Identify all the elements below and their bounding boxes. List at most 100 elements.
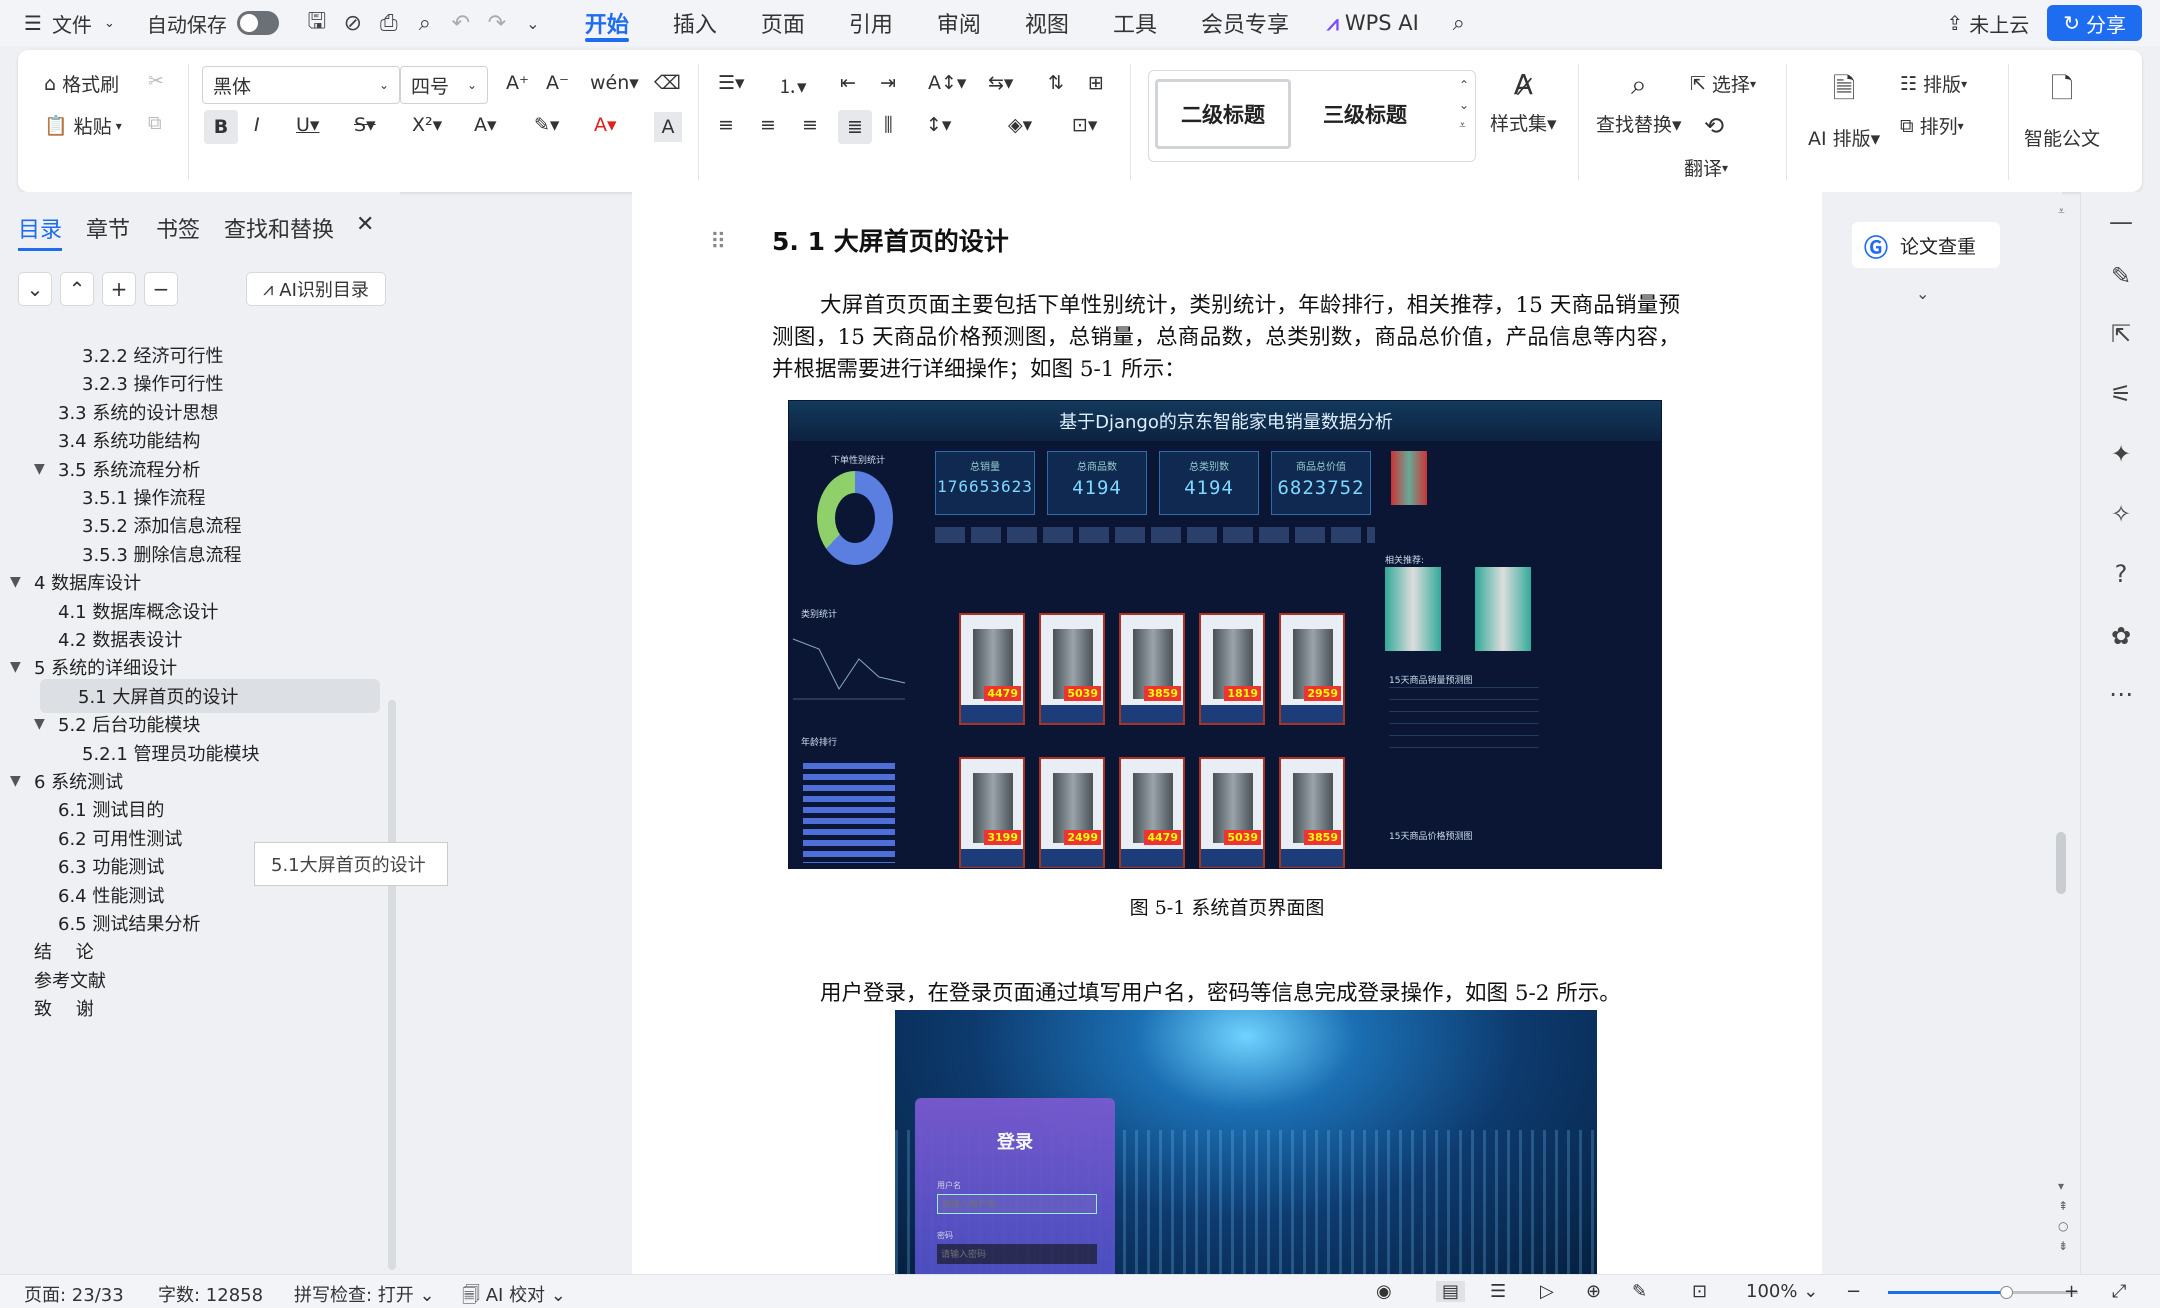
collapse-icon[interactable]: ⌄ (18, 272, 52, 306)
find-replace-button[interactable]: ⌕ 查找替换▾ (1596, 68, 1682, 137)
increase-indent-icon[interactable]: ⇥ (880, 72, 896, 94)
tab-insert[interactable]: 插入 (651, 0, 739, 46)
dashboard-figure[interactable]: 基于Django的京东智能家电销量数据分析 下单性别统计 总销量 17665362… (788, 400, 1662, 869)
text-direction-icon[interactable]: A↕▾ (928, 72, 966, 94)
tab-member[interactable]: 会员专享 (1179, 0, 1311, 46)
close-icon[interactable]: ✕ (356, 212, 374, 237)
tab-page[interactable]: 页面 (739, 0, 827, 46)
word-count[interactable]: 字数: 12858 (158, 1281, 263, 1307)
cursor-icon[interactable]: ⇱ (2105, 318, 2137, 350)
settings-sliders-icon[interactable]: ⚟ (2105, 378, 2137, 410)
show-marks-icon[interactable]: ⊞ (1088, 72, 1104, 94)
paste-button[interactable]: 📋 粘贴 ▾ (44, 112, 122, 139)
autosave[interactable]: 自动保存 (141, 0, 285, 46)
toc-item[interactable]: 致 谢 (34, 991, 94, 1025)
translate-icon[interactable]: ⟲ (1704, 112, 1724, 140)
zoom-slider[interactable] (1888, 1286, 2078, 1299)
ai-assistant-icon[interactable]: ✦ (2105, 438, 2137, 470)
distribute-icon[interactable]: ⫼ (884, 114, 893, 136)
arrange-button[interactable]: ⧉ 排列 ▾ (1900, 112, 1964, 139)
style-set-button[interactable]: A̷ 样式集▾ (1490, 68, 1557, 136)
print-icon[interactable]: ⎙ (371, 5, 407, 41)
cut-icon[interactable]: ✂ (148, 70, 164, 92)
section-heading[interactable]: 5. 1 大屏首页的设计 (772, 226, 1009, 258)
style-heading3[interactable]: 三级标题 (1297, 79, 1433, 149)
expand-triangle-icon[interactable]: ▼ (10, 574, 24, 590)
document-scrollbar[interactable] (2056, 832, 2066, 894)
translate-button[interactable]: 翻译 ▾ (1684, 154, 1728, 181)
undo-icon[interactable]: ↶ (443, 5, 479, 41)
fit-page-icon[interactable]: ⊡ (1692, 1281, 1707, 1302)
username-input[interactable] (937, 1194, 1097, 1214)
eye-icon[interactable]: ◉ (1376, 1281, 1392, 1302)
remove-icon[interactable]: − (144, 272, 178, 306)
autosave-toggle[interactable] (236, 11, 279, 35)
web-view-icon[interactable]: ⊕ (1586, 1281, 1601, 1302)
outline-view-icon[interactable]: ☰ (1490, 1281, 1506, 1302)
ai-check[interactable]: 🗐 AI 校对 ⌄ (462, 1281, 566, 1308)
format-painter-button[interactable]: ⌂ 格式刷 (44, 70, 119, 97)
page-indicator[interactable]: 页面: 23/33 (24, 1281, 124, 1307)
paper-check-button[interactable]: Ⓖ 论文查重 (1852, 222, 2000, 268)
shading-icon[interactable]: ◈▾ (1008, 114, 1032, 136)
fullscreen-icon[interactable]: ⤢ (2112, 1281, 2126, 1302)
magic-tools-icon[interactable]: ✧ (2105, 498, 2137, 530)
shrink-font-icon[interactable]: A⁻ (546, 72, 569, 94)
redo-icon[interactable]: ↷ (479, 5, 515, 41)
tab-home[interactable]: 开始 (563, 0, 651, 46)
nav-tab-toc[interactable]: 目录 (18, 212, 63, 251)
copy-icon[interactable]: ⧉ (148, 112, 162, 134)
body-paragraph-1[interactable]: 大屏首页页面主要包括下单性别统计，类别统计，年龄排行，相关推荐，15 天商品销量… (772, 290, 1680, 386)
minimize-panel-icon[interactable]: — (2105, 206, 2137, 238)
more-chevron-icon[interactable]: ⌄ (515, 5, 551, 41)
nav-tab-find[interactable]: 查找和替换 (224, 212, 334, 244)
underline-icon[interactable]: U▾ (296, 114, 319, 136)
clear-format-icon[interactable]: ⌫ (654, 72, 681, 94)
expand-triangle-icon[interactable]: ▼ (34, 461, 48, 477)
expand-triangle-icon[interactable]: ▼ (10, 659, 24, 675)
spell-check[interactable]: 拼写检查: 打开 ⌄ (294, 1281, 435, 1307)
align-right-icon[interactable]: ≡ (802, 114, 818, 136)
tab-references[interactable]: 引用 (827, 0, 915, 46)
zoom-out-icon[interactable]: − (1846, 1281, 1861, 1302)
tab-review[interactable]: 审阅 (915, 0, 1003, 46)
char-shading-icon[interactable]: A (654, 112, 682, 142)
zoom-select[interactable]: 100% ⌄ (1746, 1281, 1818, 1302)
page-view-icon[interactable]: ▤ (1436, 1281, 1466, 1302)
layout-button[interactable]: ☷ 排版 ▾ (1900, 70, 1967, 97)
justify-icon[interactable]: ≣ (838, 110, 872, 144)
chevron-down-icon[interactable]: ⌄ (1916, 284, 1929, 303)
align-left-icon[interactable]: ≡ (718, 114, 734, 136)
pen-icon[interactable]: ✎ (2105, 260, 2137, 292)
align-center-icon[interactable]: ≡ (760, 114, 776, 136)
search-icon[interactable]: ⌕ (1441, 5, 1477, 41)
zoom-in-icon[interactable]: + (2064, 1281, 2079, 1302)
phonetic-icon[interactable]: wén▾ (590, 72, 639, 94)
add-icon[interactable]: + (102, 272, 136, 306)
expand-triangle-icon[interactable]: ▼ (10, 773, 24, 789)
superscript-icon[interactable]: X²▾ (412, 114, 442, 136)
bold-icon[interactable]: B (204, 110, 238, 144)
play-icon[interactable]: ▷ (1540, 1281, 1554, 1302)
ai-toc-button[interactable]: ⩘ AI识别目录 (246, 272, 386, 306)
pen-icon[interactable]: ✎ (1632, 1281, 1647, 1302)
decrease-indent-icon[interactable]: ⇤ (840, 72, 856, 94)
page-nav-icons[interactable]: ▾ ⇞ ○ ⇟ (2058, 1176, 2068, 1256)
wps-ai-button[interactable]: ⩘ WPS AI (1321, 0, 1425, 46)
border-icon[interactable]: ⊡▾ (1072, 114, 1097, 136)
bullet-list-icon[interactable]: ☰▾ (718, 72, 745, 94)
body-paragraph-2[interactable]: 用户登录，在登录页面通过填写用户名，密码等信息完成登录操作，如图 5-2 所示。 (772, 978, 1732, 1010)
cloud-status[interactable]: ⇪ 未上云 (1940, 0, 2035, 46)
highlight-icon[interactable]: ✎▾ (534, 114, 559, 136)
file-menu[interactable]: ☰ 文件 ⌄ (18, 0, 121, 46)
strikethrough-icon[interactable]: S▾ (354, 114, 376, 136)
share-button[interactable]: ↻ 分享 (2047, 5, 2142, 41)
tab-tools[interactable]: 工具 (1091, 0, 1179, 46)
font-name-select[interactable]: 黑体 ⌄ (202, 66, 400, 104)
font-color-icon[interactable]: A▾ (594, 114, 617, 136)
tab-view[interactable]: 视图 (1003, 0, 1091, 46)
share-collab-icon[interactable]: ✿ (2105, 620, 2137, 652)
password-input[interactable] (937, 1244, 1097, 1264)
line-break-icon[interactable]: ⇆▾ (988, 72, 1013, 94)
scroll-up-icon[interactable]: ⩡ (2058, 204, 2065, 219)
